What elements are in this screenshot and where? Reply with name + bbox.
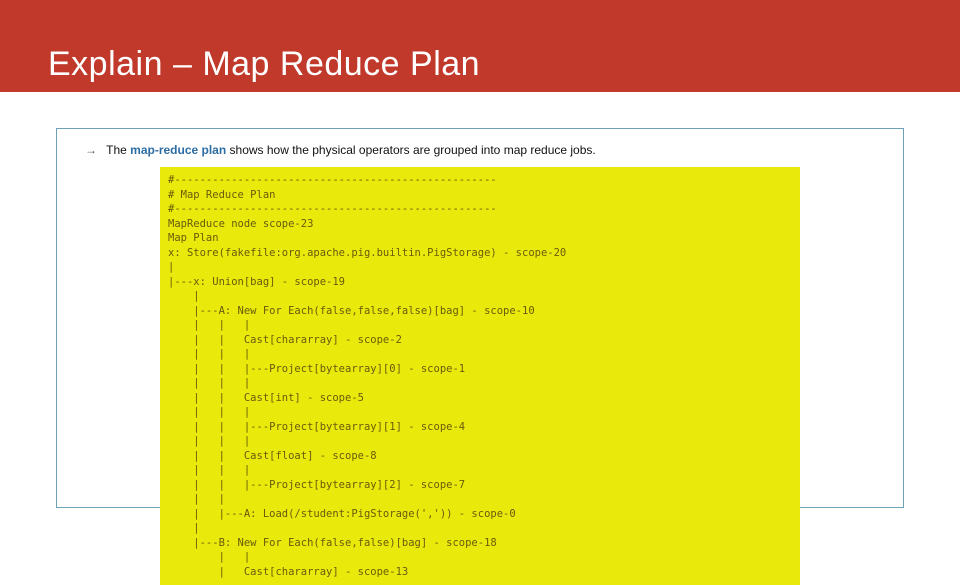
title-bar: Explain – Map Reduce Plan (0, 0, 960, 92)
map-reduce-plan-output: #---------------------------------------… (160, 167, 800, 585)
intro-text: → The map-reduce plan shows how the phys… (85, 143, 879, 157)
intro-keyword: map-reduce plan (130, 143, 226, 157)
content-frame: → The map-reduce plan shows how the phys… (56, 128, 904, 508)
intro-prefix: The (106, 143, 127, 157)
intro-suffix: shows how the physical operators are gro… (230, 143, 596, 157)
bullet-arrow: → (85, 143, 103, 157)
slide-title: Explain – Map Reduce Plan (48, 45, 480, 84)
